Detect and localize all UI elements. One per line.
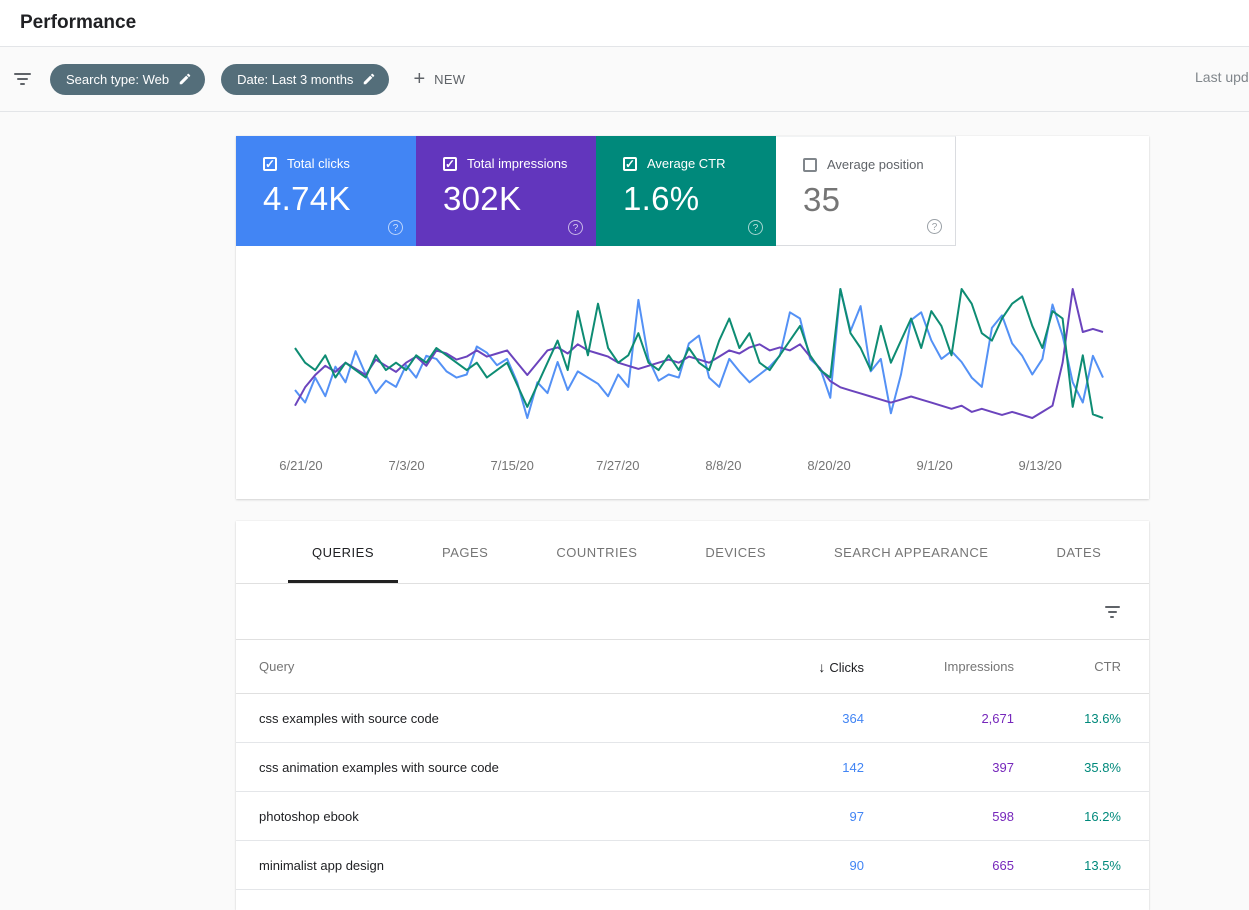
- filter-list-icon[interactable]: [10, 67, 34, 91]
- metric-label: Average CTR: [647, 156, 726, 171]
- impressions-cell: 2,671: [981, 710, 1014, 726]
- query-cell[interactable]: minimalist app design: [259, 858, 769, 873]
- metric-value: 302K: [443, 180, 522, 217]
- table-filter-row: [236, 584, 1149, 640]
- dimension-tabs: QUERIES PAGES COUNTRIES DEVICES SEARCH A…: [236, 521, 1149, 584]
- chart-x-axis: 6/21/20 7/3/20 7/15/20 7/27/20 8/8/20 8/20/20…: [279, 458, 1103, 478]
- chart-line-total-clicks: [294, 288, 1104, 419]
- performance-chart-svg: [294, 288, 1104, 419]
- table-filter-icon[interactable]: [1102, 602, 1122, 622]
- metric-label: Average position: [827, 157, 924, 172]
- chip-date-range[interactable]: Date: Last 3 months: [221, 63, 390, 95]
- help-icon[interactable]: ?: [927, 219, 942, 234]
- metric-label: Total clicks: [287, 156, 350, 171]
- help-icon[interactable]: ?: [748, 220, 763, 235]
- clicks-cell: 142: [842, 759, 864, 775]
- app-header: Performance: [0, 0, 1249, 47]
- plus-icon: +: [413, 68, 426, 90]
- query-cell[interactable]: photoshop ebook: [259, 809, 769, 824]
- dimensions-table-panel: QUERIES PAGES COUNTRIES DEVICES SEARCH A…: [236, 521, 1149, 910]
- metric-label: Total impressions: [467, 156, 568, 171]
- ctr-cell: 16.2%: [1084, 808, 1121, 824]
- impressions-cell: 598: [992, 808, 1014, 824]
- performance-chart-panel: ✓ Total clicks 4.74K ? ✓ Total impressio…: [236, 136, 1149, 499]
- checkbox-checked-icon[interactable]: ✓: [263, 156, 277, 171]
- column-header-impressions[interactable]: Impressions: [864, 659, 1014, 674]
- x-tick-label: 8/8/20: [705, 458, 742, 473]
- main-content: ✓ Total clicks 4.74K ? ✓ Total impressio…: [0, 136, 1249, 910]
- new-filter-label: NEW: [434, 71, 466, 87]
- tab-search-appearance[interactable]: SEARCH APPEARANCE: [810, 521, 1012, 583]
- help-icon[interactable]: ?: [568, 220, 583, 235]
- chip-date-range-label: Date: Last 3 months: [237, 71, 354, 87]
- tab-devices[interactable]: DEVICES: [681, 521, 790, 583]
- query-cell[interactable]: css examples with source code: [259, 711, 769, 726]
- table-row[interactable]: photoshop ebook 97 598 16.2%: [236, 792, 1149, 841]
- x-tick-label: 9/13/20: [1018, 458, 1062, 473]
- table-header: Query ↓ Clicks Impressions CTR: [236, 640, 1149, 694]
- performance-chart[interactable]: 6/21/20 7/3/20 7/15/20 7/27/20 8/8/20 8/20/20…: [236, 246, 1149, 499]
- chip-search-type[interactable]: Search type: Web: [50, 63, 206, 95]
- chart-line-total-impressions: [294, 288, 1104, 419]
- tab-queries[interactable]: QUERIES: [288, 521, 399, 583]
- table-body: css examples with source code 364 2,671 …: [236, 694, 1149, 890]
- impressions-cell: 397: [992, 759, 1014, 775]
- x-tick-label: 7/3/20: [388, 458, 425, 473]
- ctr-cell: 35.8%: [1084, 759, 1121, 775]
- last-updated-text: Last upd: [1195, 69, 1249, 85]
- table-row[interactable]: css examples with source code 364 2,671 …: [236, 694, 1149, 743]
- tab-dates[interactable]: DATES: [1032, 521, 1125, 583]
- impressions-cell: 665: [992, 857, 1014, 873]
- tab-pages[interactable]: PAGES: [418, 521, 512, 583]
- tab-countries[interactable]: COUNTRIES: [532, 521, 661, 583]
- x-tick-label: 9/1/20: [916, 458, 953, 473]
- query-cell[interactable]: css animation examples with source code: [259, 760, 769, 775]
- chart-line-average-ctr: [294, 288, 1104, 419]
- metric-card-average-position[interactable]: Average position 35 ?: [776, 136, 956, 246]
- checkbox-checked-icon[interactable]: ✓: [443, 156, 457, 171]
- ctr-cell: 13.6%: [1084, 710, 1121, 726]
- pencil-icon: [179, 73, 191, 85]
- chip-search-type-label: Search type: Web: [66, 71, 170, 87]
- table-tail: [236, 890, 1149, 910]
- ctr-cell: 13.5%: [1084, 857, 1121, 873]
- page-title: Performance: [20, 12, 137, 33]
- column-header-ctr[interactable]: CTR: [1014, 659, 1121, 674]
- x-tick-label: 7/27/20: [596, 458, 640, 473]
- metric-value: 35: [803, 181, 841, 218]
- new-filter-button[interactable]: + NEW: [413, 69, 465, 89]
- x-tick-label: 6/21/20: [279, 458, 323, 473]
- pencil-icon: [364, 73, 375, 85]
- help-icon[interactable]: ?: [388, 220, 403, 235]
- metric-card-average-ctr[interactable]: ✓ Average CTR 1.6% ?: [596, 136, 776, 246]
- sort-descending-icon: ↓: [818, 658, 826, 675]
- x-tick-label: 8/20/20: [807, 458, 851, 473]
- clicks-cell: 364: [842, 710, 864, 726]
- checkbox-checked-icon[interactable]: ✓: [623, 156, 637, 171]
- metric-value: 4.74K: [263, 180, 351, 217]
- metric-card-total-clicks[interactable]: ✓ Total clicks 4.74K ?: [236, 136, 416, 246]
- metric-cards-row: ✓ Total clicks 4.74K ? ✓ Total impressio…: [236, 136, 1149, 246]
- metric-value: 1.6%: [623, 180, 700, 217]
- checkbox-unchecked-icon[interactable]: [803, 157, 817, 172]
- filter-bar: Search type: Web Date: Last 3 months + N…: [0, 47, 1249, 112]
- table-row[interactable]: css animation examples with source code …: [236, 743, 1149, 792]
- x-tick-label: 7/15/20: [490, 458, 534, 473]
- clicks-cell: 90: [849, 857, 864, 873]
- column-header-clicks[interactable]: ↓ Clicks: [769, 659, 864, 675]
- metric-card-total-impressions[interactable]: ✓ Total impressions 302K ?: [416, 136, 596, 246]
- column-header-query[interactable]: Query: [259, 659, 769, 674]
- clicks-cell: 97: [849, 808, 864, 824]
- table-row[interactable]: minimalist app design 90 665 13.5%: [236, 841, 1149, 890]
